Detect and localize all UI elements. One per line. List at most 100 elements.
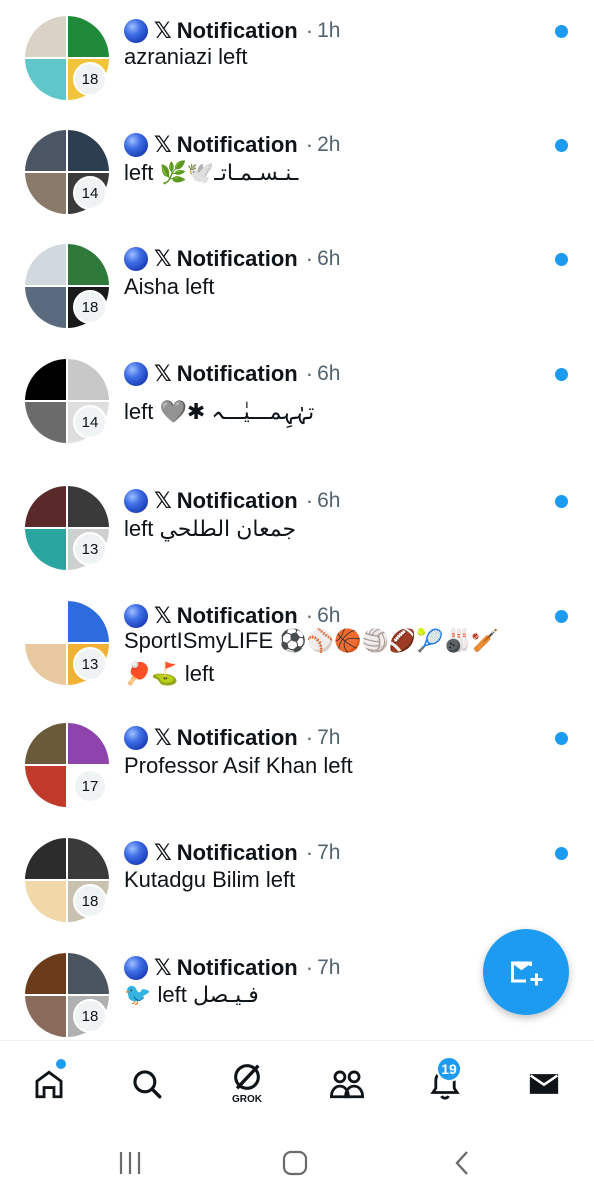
notification-message: left 🩶✱ تہٰہِمـــیٰـــہ: [124, 399, 315, 424]
x-logo-icon: 𝕏: [154, 132, 172, 157]
recent-apps-button[interactable]: [100, 1145, 160, 1181]
avatar: [25, 287, 66, 328]
grok-label: GROK: [232, 1094, 262, 1105]
timestamp: 6h: [317, 489, 341, 512]
unread-dot: [555, 139, 568, 152]
notification-message: Aisha left: [124, 274, 215, 299]
separator-dot: ·: [305, 488, 314, 513]
nav-notifications[interactable]: 19: [410, 1041, 480, 1127]
blue-circle-icon: [124, 247, 148, 271]
unread-dot: [555, 495, 568, 508]
nav-messages[interactable]: [509, 1041, 579, 1127]
home-system-button[interactable]: [265, 1145, 325, 1181]
notifications-count-badge: 19: [436, 1056, 462, 1082]
notification-message: left جمعان الطلحي: [124, 516, 297, 541]
notification-message: SportISmyLIFE ⚽⚾🏀🏐🏈🎾🎳🏏🏓⛳ left: [124, 628, 499, 686]
follower-count-badge: 17: [73, 769, 107, 803]
follower-count-badge: 18: [73, 62, 107, 96]
separator-dot: ·: [305, 361, 314, 386]
notification-name[interactable]: Notification: [177, 132, 298, 158]
avatar: [25, 766, 66, 807]
blue-circle-icon: [124, 489, 148, 513]
avatar: [25, 529, 66, 570]
notification-name[interactable]: Notification: [177, 725, 298, 751]
new-message-icon: [511, 961, 543, 986]
avatar: [25, 996, 66, 1037]
notification-message: Professor Asif Khan left: [124, 753, 353, 778]
communities-icon: [329, 1070, 365, 1099]
avatar: [25, 402, 66, 443]
avatar: [25, 59, 66, 100]
avatar: [25, 173, 66, 214]
avatar: [68, 486, 109, 527]
nav-search[interactable]: [112, 1041, 182, 1127]
notification-message: azraniazi left: [124, 44, 248, 69]
x-logo-icon: 𝕏: [154, 725, 172, 750]
nav-home[interactable]: [14, 1041, 84, 1127]
avatar: [68, 601, 109, 642]
notification-name[interactable]: Notification: [177, 488, 298, 514]
blue-circle-icon: [124, 362, 148, 386]
bottom-navigation: GROK 19: [0, 1041, 594, 1127]
unread-dot: [555, 610, 568, 623]
avatar: [68, 130, 109, 171]
chevron-left-icon: [455, 1151, 468, 1175]
follower-count-badge: 14: [73, 176, 107, 210]
follower-count-badge: 13: [73, 647, 107, 681]
follower-count-badge: 18: [73, 999, 107, 1033]
separator-dot: ·: [305, 246, 314, 271]
nav-grok[interactable]: GROK: [212, 1041, 282, 1127]
separator-dot: ·: [305, 132, 314, 157]
avatar: [25, 953, 66, 994]
avatar: [68, 359, 109, 400]
notification-message: left 🌿🕊️ـنـسـمـاتـ: [124, 160, 299, 185]
notification-message: Kutadgu Bilim left: [124, 867, 296, 892]
blue-circle-icon: [124, 133, 148, 157]
avatar: [25, 723, 66, 764]
blue-circle-icon: [124, 726, 148, 750]
avatar: [25, 130, 66, 171]
unread-dot: [555, 368, 568, 381]
home-square-icon: [282, 1150, 308, 1176]
avatar: [25, 359, 66, 400]
avatar: [25, 644, 66, 685]
x-logo-icon: 𝕏: [154, 488, 172, 513]
notification-message: 🐦 left فـيـصل: [124, 982, 259, 1007]
grok-icon: [234, 1064, 260, 1090]
blue-circle-icon: [124, 841, 148, 865]
timestamp: 6h: [317, 362, 341, 385]
blue-circle-icon: [124, 956, 148, 980]
avatar: [68, 723, 109, 764]
timestamp: 6h: [317, 247, 341, 270]
follower-count-badge: 13: [73, 532, 107, 566]
timestamp: 7h: [317, 726, 341, 749]
search-icon: [133, 1070, 162, 1099]
follower-count-badge: 14: [73, 405, 107, 439]
avatar: [25, 244, 66, 285]
avatar: [25, 881, 66, 922]
notification-name[interactable]: Notification: [177, 246, 298, 272]
unread-dot: [555, 253, 568, 266]
follower-count-badge: 18: [73, 884, 107, 918]
unread-indicator: [54, 1057, 68, 1071]
nav-communities[interactable]: [312, 1041, 382, 1127]
timestamp: 7h: [317, 956, 341, 979]
timestamp: 2h: [317, 133, 341, 156]
notification-title-line: 𝕏 Notification · 6h: [124, 359, 340, 389]
x-logo-icon: 𝕏: [154, 246, 172, 271]
avatar: [25, 16, 66, 57]
new-message-button[interactable]: [483, 929, 569, 1015]
avatar: [25, 838, 66, 879]
back-button[interactable]: [432, 1145, 492, 1181]
avatar: [68, 16, 109, 57]
recent-apps-icon: [119, 1152, 141, 1174]
separator-dot: ·: [305, 725, 314, 750]
unread-dot: [555, 25, 568, 38]
avatar: [25, 486, 66, 527]
avatar: [68, 838, 109, 879]
follower-count-badge: 18: [73, 290, 107, 324]
x-logo-icon: 𝕏: [154, 361, 172, 386]
home-icon: [35, 1070, 63, 1099]
notification-name[interactable]: Notification: [177, 361, 298, 387]
unread-dot: [555, 732, 568, 745]
